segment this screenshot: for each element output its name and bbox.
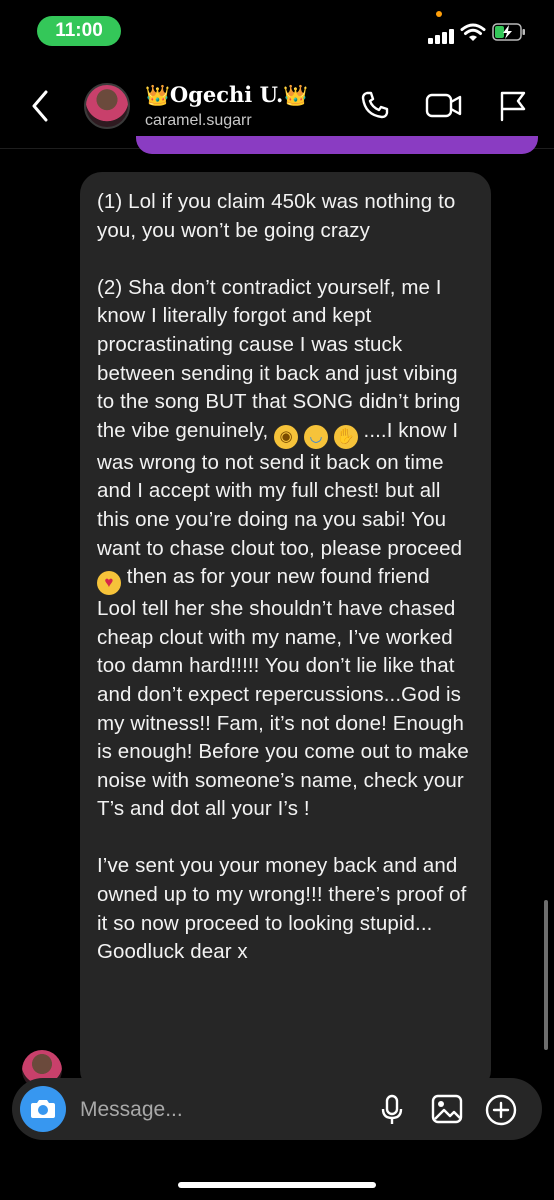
message-paragraph-2: (2) Sha don’t contradict yourself, me I … bbox=[97, 274, 473, 824]
contact-name[interactable]: 👑Ogechi U.👑 bbox=[145, 82, 308, 107]
battery-charging-icon bbox=[492, 23, 525, 41]
message-input[interactable] bbox=[78, 1092, 342, 1128]
phone-icon[interactable] bbox=[360, 90, 390, 120]
wifi-icon bbox=[460, 23, 486, 41]
home-indicator bbox=[178, 1182, 376, 1188]
privacy-indicator-dot bbox=[436, 11, 442, 17]
contact-avatar[interactable] bbox=[84, 83, 130, 129]
add-icon[interactable] bbox=[485, 1094, 517, 1126]
microphone-icon[interactable] bbox=[380, 1094, 404, 1126]
cellular-signal-icon bbox=[428, 26, 458, 44]
message-paragraph-2-part-a: (2) Sha don’t contradict yourself, me I … bbox=[97, 275, 461, 442]
scrollbar[interactable] bbox=[544, 900, 548, 1050]
camera-button[interactable] bbox=[20, 1086, 66, 1132]
sob-emoji: ◡ bbox=[303, 424, 328, 449]
camera-icon bbox=[31, 1100, 55, 1118]
dizzy-face-emoji: ◉ bbox=[274, 424, 299, 449]
report-flag-icon[interactable] bbox=[498, 90, 528, 122]
crown-emoji-left: 👑 bbox=[145, 83, 170, 107]
back-chevron-icon[interactable] bbox=[30, 90, 50, 122]
message-paragraph-3: I’ve sent you your money back and and ow… bbox=[97, 854, 467, 964]
contact-username[interactable]: caramel.sugarr bbox=[145, 112, 252, 130]
message-composer bbox=[12, 1078, 542, 1140]
gallery-icon[interactable] bbox=[431, 1094, 463, 1124]
crown-emoji-right: 👑 bbox=[283, 83, 309, 107]
shushing-face-emoji: ✋ bbox=[333, 424, 358, 449]
previous-message-edge bbox=[136, 136, 538, 154]
status-bar: 11:00 bbox=[0, 0, 554, 62]
kiss-emoji: ♥ bbox=[97, 571, 121, 596]
contact-display-name: Ogechi U. bbox=[169, 82, 284, 107]
status-time: 11:00 bbox=[37, 16, 121, 46]
message-paragraph-2-part-c: then as for your new found friend Lool t… bbox=[97, 565, 469, 821]
video-call-icon[interactable] bbox=[425, 90, 463, 120]
received-message-bubble[interactable]: (1) Lol if you claim 450k was nothing to… bbox=[80, 172, 491, 1092]
message-paragraph-1: (1) Lol if you claim 450k was nothing to… bbox=[97, 190, 456, 242]
